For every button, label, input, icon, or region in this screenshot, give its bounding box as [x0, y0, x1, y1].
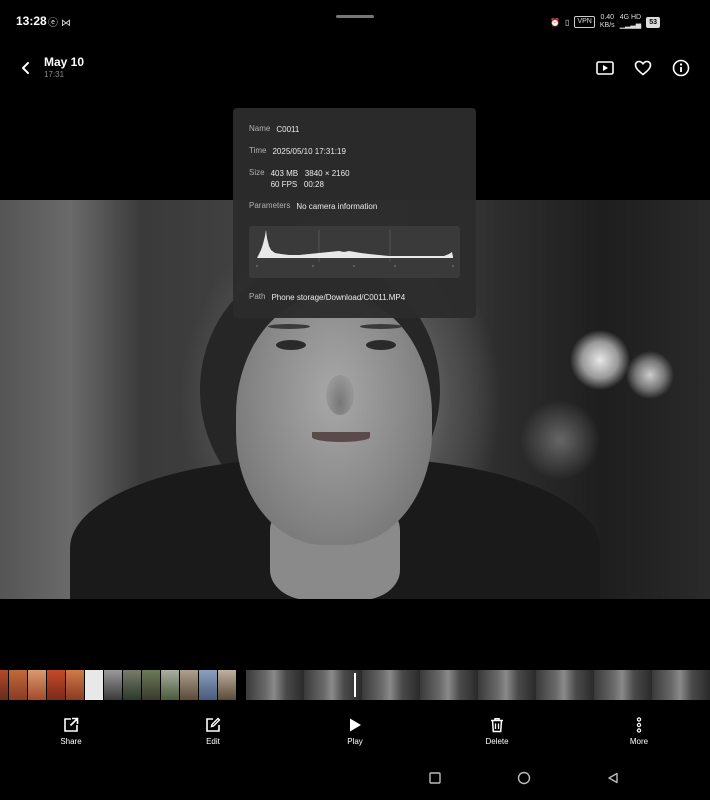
photo-brow-right — [360, 324, 402, 329]
photo-nose — [326, 375, 354, 415]
info-icon — [672, 59, 690, 77]
status-right-icons: ⏰ ▯ VPN 0.40 KB/s 4G HD ▁▂▃▅ 53 — [550, 14, 660, 30]
more-button[interactable]: More — [609, 716, 669, 746]
edit-icon — [206, 717, 221, 732]
thumbnail[interactable] — [218, 670, 236, 700]
alarm-icon: ⏰ — [550, 17, 561, 27]
back-icon — [22, 62, 29, 74]
share-icon — [64, 717, 79, 732]
histogram — [249, 226, 460, 278]
photo-brow-left — [268, 324, 310, 329]
share-label: Share — [60, 737, 82, 746]
info-time-label: Time — [249, 146, 267, 155]
favorite-button[interactable] — [631, 56, 655, 80]
thumbnail[interactable] — [199, 670, 217, 700]
vibrate-icon: ▯ — [565, 17, 570, 27]
photo-eye-right — [366, 340, 396, 350]
thumbnail[interactable] — [85, 670, 103, 700]
photo-mouth — [312, 432, 370, 442]
info-size-value: 403 MB 3840 × 2160 60 FPS 00:28 — [270, 169, 350, 189]
edit-label: Edit — [206, 737, 220, 746]
network-indicator: 4G HD ▁▂▃▅ — [619, 14, 642, 29]
thumbnail[interactable] — [28, 670, 46, 700]
heart-icon — [634, 60, 652, 76]
trash-icon — [491, 718, 503, 733]
triangle-back-icon — [608, 772, 618, 784]
photo-face — [236, 295, 432, 545]
info-path-label: Path — [249, 292, 266, 301]
info-size-row: Size 403 MB 3840 × 2160 60 FPS 00:28 — [249, 168, 350, 190]
mail-icon: ⋈ — [61, 18, 74, 29]
info-time-value: 2025/05/10 17:31:19 — [272, 147, 346, 156]
thumbnail[interactable] — [66, 670, 84, 700]
info-params-row: Parameters No camera information — [249, 201, 377, 212]
net-speed: 0.40 KB/s — [599, 14, 615, 29]
histogram-graph — [256, 230, 454, 267]
status-time: 13:28 — [16, 14, 47, 28]
thumbnail[interactable] — [161, 670, 179, 700]
header-time: 17:31 — [44, 70, 65, 79]
info-name-row: Name C0011 — [249, 124, 299, 135]
recents-button[interactable] — [427, 770, 443, 786]
photo-eye-left — [276, 340, 306, 350]
slideshow-icon — [596, 61, 614, 75]
info-path-value: Phone storage/Download/C0011.MP4 — [271, 293, 406, 302]
info-name-value: C0011 — [276, 125, 300, 134]
video-frames-strip[interactable] — [246, 670, 710, 700]
thumbnail[interactable] — [47, 670, 65, 700]
info-params-value: No camera information — [296, 202, 378, 211]
delete-button[interactable]: Delete — [467, 716, 527, 746]
thumbnail[interactable] — [104, 670, 122, 700]
play-label: Play — [347, 737, 363, 746]
info-button[interactable] — [669, 56, 693, 80]
more-label: More — [629, 737, 649, 746]
thumbnail[interactable] — [180, 670, 198, 700]
battery-icon: 53 — [646, 16, 660, 28]
edit-button[interactable]: Edit — [183, 716, 243, 746]
back-button[interactable] — [14, 56, 38, 80]
filmstrip-cursor[interactable] — [354, 673, 356, 697]
slideshow-button[interactable] — [593, 56, 617, 80]
status-left-icons: ⓔ⋈ — [48, 14, 74, 29]
thumbnail[interactable] — [123, 670, 141, 700]
info-path-row: Path Phone storage/Download/C0011.MP4 — [249, 292, 405, 303]
details-panel: Name C0011 Time 2025/05/10 17:31:19 Size… — [233, 108, 476, 318]
info-params-label: Parameters — [249, 201, 291, 210]
circle-icon — [517, 771, 531, 785]
delete-label: Delete — [485, 737, 509, 746]
square-icon — [429, 772, 441, 784]
share-button[interactable]: Share — [41, 716, 101, 746]
info-size-label: Size — [249, 168, 265, 177]
info-name-label: Name — [249, 124, 271, 133]
header-date: May 10 — [44, 55, 85, 69]
signal-icon: ▁▂▃▅ — [619, 22, 642, 29]
info-time-row: Time 2025/05/10 17:31:19 — [249, 146, 346, 157]
vpn-badge: VPN — [574, 16, 595, 28]
pull-handle[interactable] — [336, 15, 374, 18]
thumbnail[interactable] — [0, 670, 8, 700]
nav-back-button[interactable] — [605, 770, 621, 786]
notification-icon: ⓔ — [48, 18, 61, 29]
more-vertical-icon — [636, 717, 642, 733]
home-button[interactable] — [516, 770, 532, 786]
thumbnail[interactable] — [9, 670, 27, 700]
play-icon — [350, 718, 361, 732]
thumbnail[interactable] — [142, 670, 160, 700]
play-button[interactable]: Play — [325, 716, 385, 746]
